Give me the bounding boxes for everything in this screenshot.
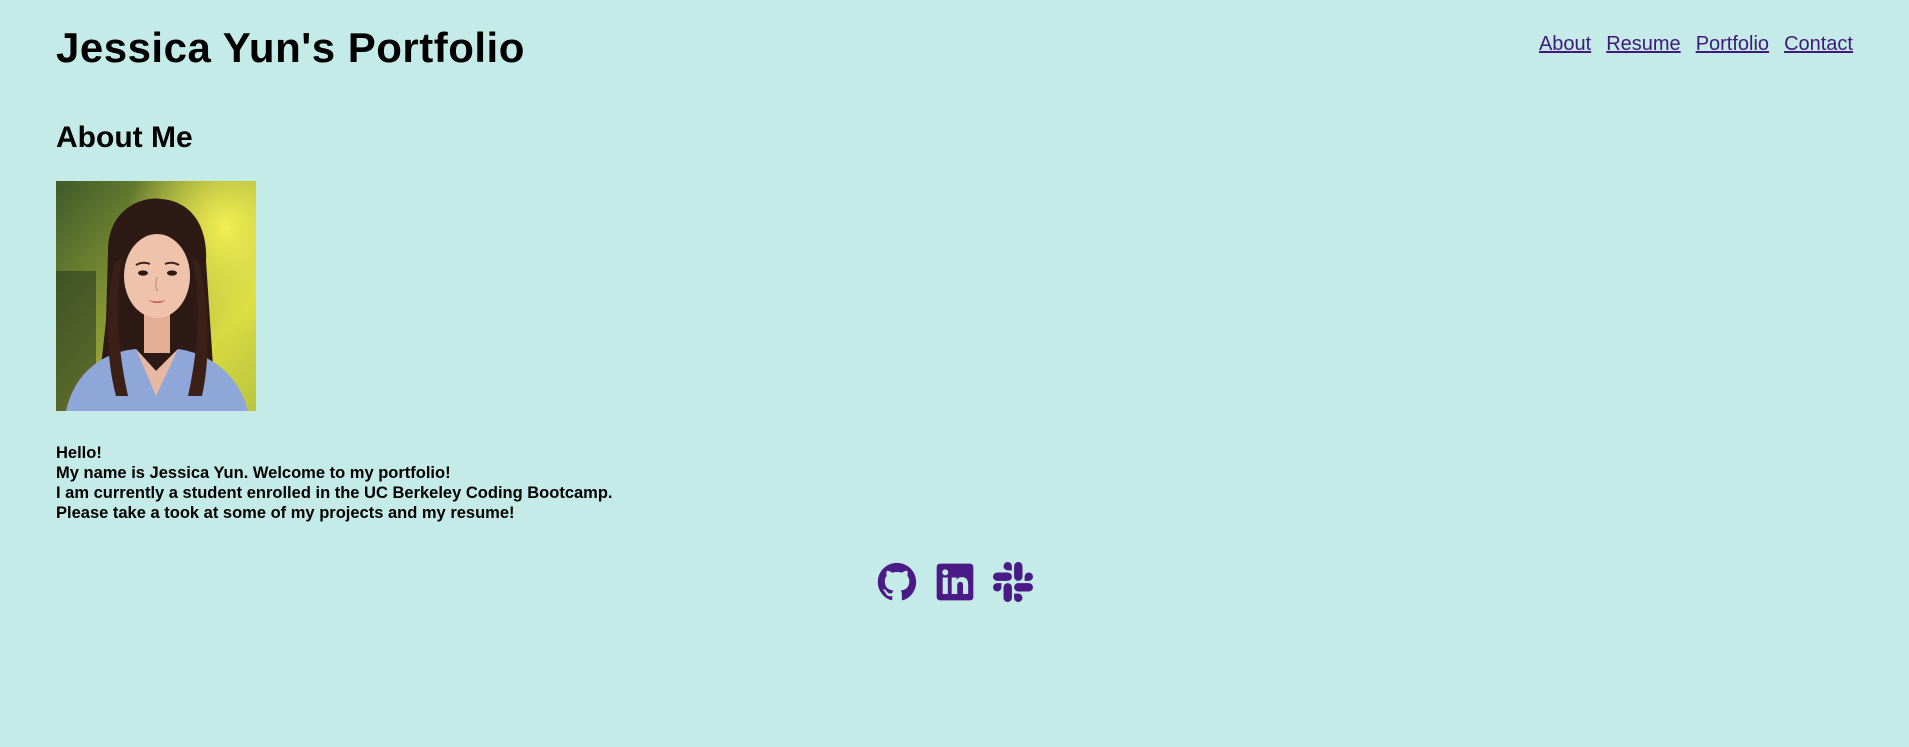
site-title: Jessica Yun's Portfolio [56, 24, 525, 71]
bio-text: Hello! My name is Jessica Yun. Welcome t… [56, 443, 613, 523]
main-nav: About Resume Portfolio Contact [1539, 33, 1853, 56]
about-heading: About Me [56, 121, 193, 154]
nav-link-portfolio[interactable]: Portfolio [1696, 33, 1769, 56]
linkedin-icon[interactable] [935, 562, 975, 602]
nav-link-resume[interactable]: Resume [1606, 33, 1680, 56]
bio-line: Hello! [56, 444, 102, 462]
github-icon[interactable] [877, 562, 917, 602]
slack-icon[interactable] [992, 562, 1033, 602]
bio-line: My name is Jessica Yun. Welcome to my po… [56, 464, 451, 482]
bio-line: Please take a took at some of my project… [56, 504, 515, 522]
nav-link-about[interactable]: About [1539, 33, 1591, 56]
bio-line: I am currently a student enrolled in the… [56, 484, 613, 502]
site-header: Jessica Yun's Portfolio About Resume Por… [56, 0, 1853, 96]
profile-photo [56, 181, 256, 411]
social-links [0, 562, 1909, 602]
nav-link-contact[interactable]: Contact [1784, 33, 1853, 56]
